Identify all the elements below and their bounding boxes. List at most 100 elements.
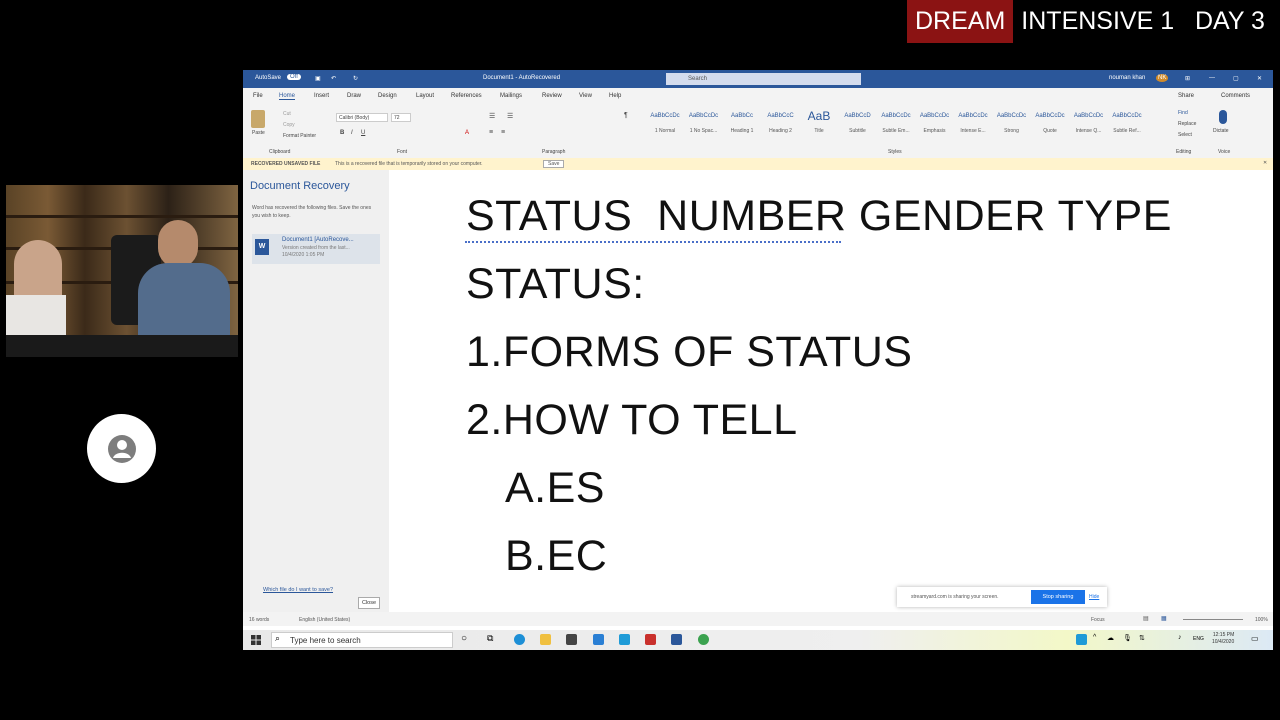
tab-mailings[interactable]: Mailings — [500, 93, 522, 99]
language-indicator[interactable]: ENG — [1193, 636, 1204, 642]
notification-icon[interactable]: ▭ — [1251, 634, 1259, 643]
tab-insert[interactable]: Insert — [314, 93, 329, 99]
search-input[interactable]: Search — [666, 73, 861, 85]
font-size-select[interactable]: 72 — [391, 113, 411, 122]
tab-references[interactable]: References — [451, 93, 482, 99]
close-icon[interactable]: ✕ — [1257, 75, 1262, 82]
autosave-toggle[interactable]: Off — [287, 74, 301, 80]
tray-chevron-icon[interactable]: ^ — [1093, 634, 1096, 641]
bullets-icon[interactable]: ☰ — [489, 112, 495, 120]
read-mode-icon[interactable]: ▤ — [1143, 615, 1149, 622]
store-icon[interactable] — [566, 634, 577, 645]
style-item[interactable]: AaBbCcDc Quote — [1031, 113, 1069, 139]
style-item[interactable]: AaBbCcDc Subtle Ref... — [1108, 113, 1146, 139]
message-save-button[interactable]: Save — [543, 160, 565, 168]
zoom-slider[interactable] — [1183, 619, 1243, 620]
minimize-icon[interactable]: — — [1209, 75, 1215, 81]
style-item[interactable]: AaBbCcDc Intense E... — [954, 113, 992, 139]
paste-icon[interactable] — [251, 110, 265, 128]
microphone-tray-icon[interactable]: 🎙 — [1123, 634, 1132, 642]
replace-button[interactable]: Replace — [1178, 121, 1196, 127]
print-layout-icon[interactable]: ▦ — [1161, 615, 1167, 622]
mail-icon[interactable] — [593, 634, 604, 645]
redo-icon[interactable]: ↻ — [353, 75, 358, 82]
tab-view[interactable]: View — [579, 93, 592, 99]
underline-button[interactable]: U — [361, 130, 365, 136]
taskbar-search-input[interactable]: Type here to search — [271, 632, 453, 648]
comments-button[interactable]: Comments — [1221, 93, 1250, 99]
task-view-icon[interactable]: ⧉ — [487, 633, 493, 644]
style-item[interactable]: AaB Title — [800, 109, 838, 139]
font-name-select[interactable]: Calibri (Body) — [336, 113, 388, 122]
word-taskbar-icon[interactable] — [671, 634, 682, 645]
edge-icon[interactable] — [514, 634, 525, 645]
tab-home[interactable]: Home — [279, 93, 296, 100]
find-button[interactable]: Find — [1178, 110, 1188, 116]
paste-button[interactable]: Paste — [252, 130, 265, 136]
cut-button[interactable]: Cut — [283, 111, 291, 117]
microphone-icon[interactable] — [1219, 110, 1227, 124]
word-count[interactable]: 16 words — [249, 617, 269, 623]
tab-layout[interactable]: Layout — [416, 93, 434, 99]
style-name: Subtle Em... — [882, 128, 910, 134]
style-item[interactable]: AaBbCcDc 1 Normal — [646, 113, 684, 139]
align-left-icon[interactable]: ≡ — [489, 129, 493, 136]
maximize-icon[interactable]: ▢ — [1233, 75, 1239, 82]
style-name: Subtitle — [849, 128, 866, 134]
windows-start-icon[interactable] — [251, 635, 261, 645]
recovery-close-button[interactable]: Close — [358, 597, 380, 609]
network-icon[interactable]: ⇅ — [1139, 634, 1145, 642]
taskbar-clock[interactable]: 12:15 PM 10/4/2020 — [1212, 632, 1234, 646]
style-item[interactable]: AaBbCcC Heading 2 — [762, 113, 800, 139]
hide-button[interactable]: Hide — [1089, 594, 1099, 600]
undo-icon[interactable]: ↶ — [331, 75, 336, 82]
cortana-icon[interactable]: ○ — [461, 633, 467, 644]
onedrive-icon[interactable]: ☁ — [1107, 634, 1114, 642]
style-preview: AaBbCcDc — [688, 113, 719, 119]
save-icon[interactable]: ▣ — [315, 75, 321, 82]
bold-button[interactable]: B — [340, 130, 344, 136]
style-item[interactable]: AaBbCcDc Emphasis — [916, 113, 954, 139]
style-item[interactable]: AaBbCcD Subtitle — [839, 113, 877, 139]
tab-draw[interactable]: Draw — [347, 93, 361, 99]
app-red-icon[interactable] — [645, 634, 656, 645]
tab-design[interactable]: Design — [378, 93, 397, 99]
tab-help[interactable]: Help — [609, 93, 621, 99]
volume-icon[interactable]: ♪ — [1178, 634, 1182, 641]
app-l-icon[interactable] — [619, 634, 630, 645]
format-painter-button[interactable]: Format Painter — [283, 133, 316, 139]
italic-button[interactable]: I — [351, 130, 353, 136]
style-item[interactable]: AaBbCcDc Strong — [993, 113, 1031, 139]
message-close-icon[interactable]: ✕ — [1263, 160, 1267, 166]
style-name: 1 Normal — [654, 128, 676, 134]
dictate-button[interactable]: Dictate — [1213, 128, 1229, 134]
file-explorer-icon[interactable] — [540, 634, 551, 645]
style-preview: AaBbCcDc — [996, 113, 1027, 119]
select-button[interactable]: Select — [1178, 132, 1192, 138]
document-page[interactable]: STATUS NUMBER GENDER TYPE STATUS: 1.FORM… — [389, 170, 1273, 612]
tab-review[interactable]: Review — [542, 93, 562, 99]
copy-button[interactable]: Copy — [283, 122, 295, 128]
numbering-icon[interactable]: ☰ — [507, 112, 513, 120]
stop-sharing-button[interactable]: Stop sharing — [1031, 590, 1085, 604]
align-center-icon[interactable]: ≡ — [501, 129, 505, 136]
language-status[interactable]: English (United States) — [299, 617, 350, 623]
which-file-link[interactable]: Which file do I want to save? — [263, 587, 333, 593]
tray-app-icon[interactable] — [1076, 634, 1087, 645]
zoom-level[interactable]: 100% — [1255, 617, 1268, 623]
style-preview: AaBbCcDc — [650, 113, 680, 119]
share-button[interactable]: Share — [1178, 93, 1194, 99]
ribbon-display-icon[interactable]: ⊞ — [1185, 75, 1190, 82]
pilcrow-icon[interactable]: ¶ — [624, 112, 628, 119]
style-item[interactable]: AaBbCc Heading 1 — [723, 113, 761, 139]
user-avatar[interactable]: NK — [1156, 74, 1169, 82]
recovered-file-item[interactable]: W Document1 [AutoRecove... Version creat… — [252, 234, 380, 264]
chrome-icon[interactable] — [698, 634, 709, 645]
tab-file[interactable]: File — [253, 93, 263, 99]
style-item[interactable]: AaBbCcDc Subtle Em... — [877, 113, 915, 139]
font-color-icon[interactable]: A — [465, 130, 469, 136]
style-item[interactable]: AaBbCcDc Intense Q... — [1070, 113, 1108, 139]
word-file-icon: W — [255, 239, 269, 255]
focus-button[interactable]: Focus — [1091, 617, 1105, 623]
style-item[interactable]: AaBbCcDc 1 No Spac... — [685, 113, 723, 139]
